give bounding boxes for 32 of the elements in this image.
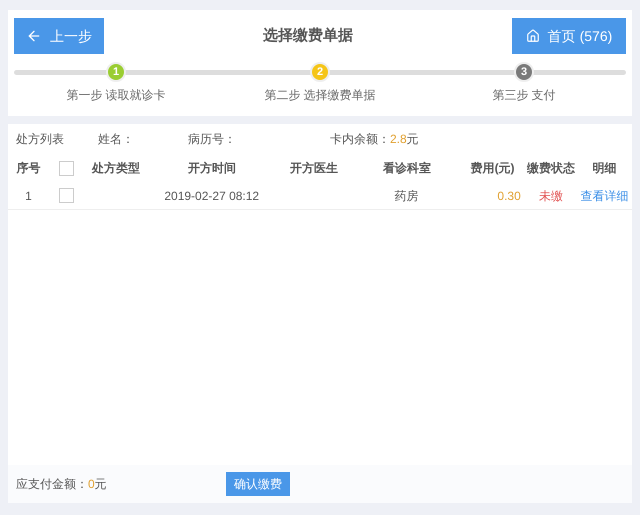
select-all-checkbox[interactable] xyxy=(59,160,74,176)
step-label: 第三步 支付 xyxy=(492,87,556,104)
page-title: 选择缴费单据 xyxy=(263,26,353,46)
table-cell-text: 未缴 xyxy=(538,188,564,204)
column-header: 开方时间 xyxy=(186,160,237,177)
column-header: 明细 xyxy=(592,160,618,177)
table-cell-text: 药房 xyxy=(394,188,420,204)
home-icon xyxy=(526,29,540,43)
column-header: 序号 xyxy=(15,160,42,177)
detail-link[interactable]: 查看详细 xyxy=(577,186,632,204)
table-cell-text: 2019-02-27 08:12 xyxy=(163,188,260,204)
column-header: 开方医生 xyxy=(289,160,340,177)
row-checkbox[interactable] xyxy=(58,188,74,203)
step-number: 3 xyxy=(514,62,534,82)
list-title: 处方列表 xyxy=(16,131,64,148)
column-header: 处方类型 xyxy=(90,160,142,177)
step-label: 第二步 选择缴费单据 xyxy=(264,87,376,104)
home-button[interactable]: 首页 (576) xyxy=(512,18,626,54)
column-header: 看诊科室 xyxy=(382,160,432,177)
record-label: 病历号： xyxy=(188,131,236,148)
table-cell-text: 0.30 xyxy=(496,188,522,204)
column-header: 费用(元) xyxy=(470,160,516,177)
column-header: 缴费状态 xyxy=(526,160,576,177)
step-label: 第一步 读取就诊卡 xyxy=(66,87,166,104)
amount-text: 应支付金额：0元 xyxy=(16,476,108,493)
table-cell-text: 1 xyxy=(24,188,33,204)
step-number: 2 xyxy=(310,62,330,82)
name-label: 姓名： xyxy=(98,131,134,148)
step-number: 1 xyxy=(106,62,126,82)
confirm-button[interactable]: 确认缴费 xyxy=(226,472,290,496)
back-button[interactable]: 上一步 xyxy=(14,18,104,54)
balance-text: 卡内余额：2.8元 xyxy=(330,131,419,148)
